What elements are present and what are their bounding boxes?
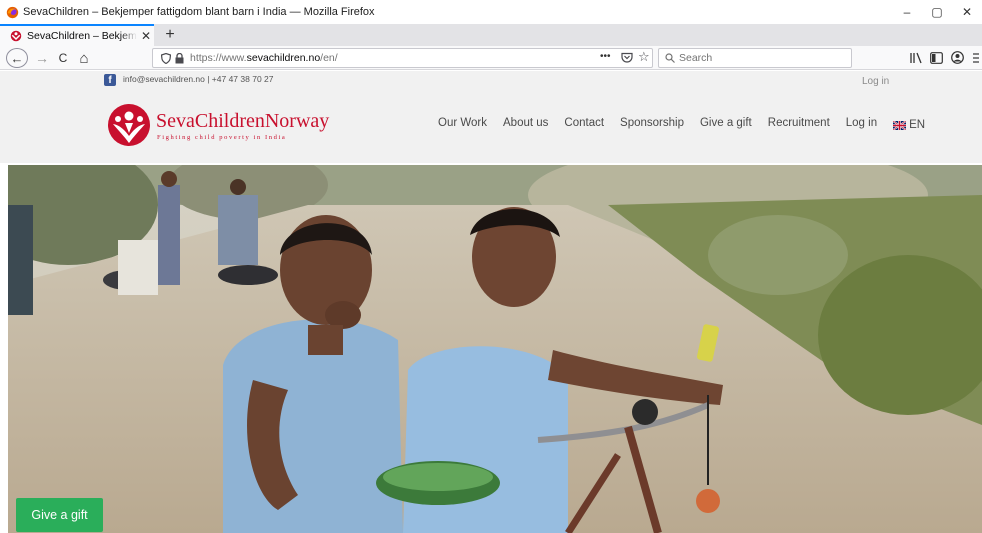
new-tab-button[interactable]: + — [160, 24, 180, 46]
language-label: EN — [909, 119, 926, 131]
tab-label: SevaChildren – Bekjemper fattigdom blant… — [27, 30, 137, 42]
pocket-icon[interactable] — [621, 52, 633, 64]
account-icon[interactable] — [951, 51, 964, 64]
close-window-button[interactable]: ✕ — [952, 0, 982, 24]
nav-log-in[interactable]: Log in — [846, 117, 877, 133]
url-text[interactable]: https://www.sevachildren.no/en/ — [190, 52, 338, 64]
firefox-icon — [6, 6, 19, 18]
logo-tagline: Fighting child poverty in India — [157, 134, 287, 141]
maximize-button[interactable]: ▢ — [922, 0, 952, 24]
navigation-toolbar: ← → C ⌂ https://www.sevachildren.no/en/ … — [0, 46, 982, 70]
search-bar[interactable]: Search — [658, 48, 852, 68]
nav-recruitment[interactable]: Recruitment — [768, 117, 830, 133]
reload-button[interactable]: C — [55, 48, 71, 68]
site-favicon-icon — [10, 30, 22, 42]
top-login-link[interactable]: Log in — [862, 76, 889, 87]
language-switcher[interactable]: EN — [893, 117, 925, 133]
logo-name[interactable]: SevaChildrenNorway — [156, 110, 329, 133]
back-button[interactable]: ← — [6, 48, 28, 68]
hero-banner: Give a gift — [8, 165, 982, 533]
nav-give-a-gift[interactable]: Give a gift — [700, 117, 752, 133]
nav-about-us[interactable]: About us — [503, 117, 548, 133]
sidebar-icon[interactable] — [930, 52, 943, 64]
main-navigation: Our Work About us Contact Sponsorship Gi… — [438, 117, 925, 133]
minimize-button[interactable]: – — [892, 0, 922, 24]
uk-flag-icon — [893, 120, 907, 130]
tab-sevachildren[interactable]: SevaChildren – Bekjemper fattigdom blant… — [0, 24, 154, 46]
star-icon[interactable]: ☆ — [638, 49, 650, 65]
tab-strip: SevaChildren – Bekjemper fattigdom blant… — [0, 24, 982, 46]
logo-icon[interactable] — [107, 103, 151, 147]
page-actions-button[interactable]: ••• — [600, 51, 611, 62]
contact-info[interactable]: info@sevachildren.no | +47 47 38 70 27 — [123, 74, 274, 84]
home-button[interactable]: ⌂ — [76, 48, 92, 68]
nav-sponsorship[interactable]: Sponsorship — [620, 117, 684, 133]
forward-button[interactable]: → — [34, 48, 50, 68]
hero-photo — [8, 165, 982, 533]
site-header: SevaChildrenNorway Fighting child povert… — [0, 89, 982, 163]
web-page: f info@sevachildren.no | +47 47 38 70 27… — [0, 71, 982, 533]
url-bar[interactable]: https://www.sevachildren.no/en/ ••• ☆ — [152, 48, 653, 68]
window-title: SevaChildren – Bekjemper fattigdom blant… — [23, 6, 375, 18]
tab-close-icon[interactable]: ✕ — [141, 29, 151, 43]
give-a-gift-button[interactable]: Give a gift — [16, 498, 103, 532]
search-icon — [665, 53, 675, 63]
lock-icon[interactable] — [175, 53, 184, 64]
nav-contact[interactable]: Contact — [564, 117, 604, 133]
nav-our-work[interactable]: Our Work — [438, 117, 487, 133]
top-info-bar: f info@sevachildren.no | +47 47 38 70 27… — [0, 71, 982, 89]
facebook-icon[interactable]: f — [104, 74, 116, 86]
library-icon[interactable] — [910, 52, 923, 64]
search-input[interactable]: Search — [679, 52, 712, 64]
menu-icon[interactable] — [973, 52, 979, 64]
shield-icon[interactable] — [161, 53, 171, 64]
window-titlebar: SevaChildren – Bekjemper fattigdom blant… — [0, 0, 982, 24]
